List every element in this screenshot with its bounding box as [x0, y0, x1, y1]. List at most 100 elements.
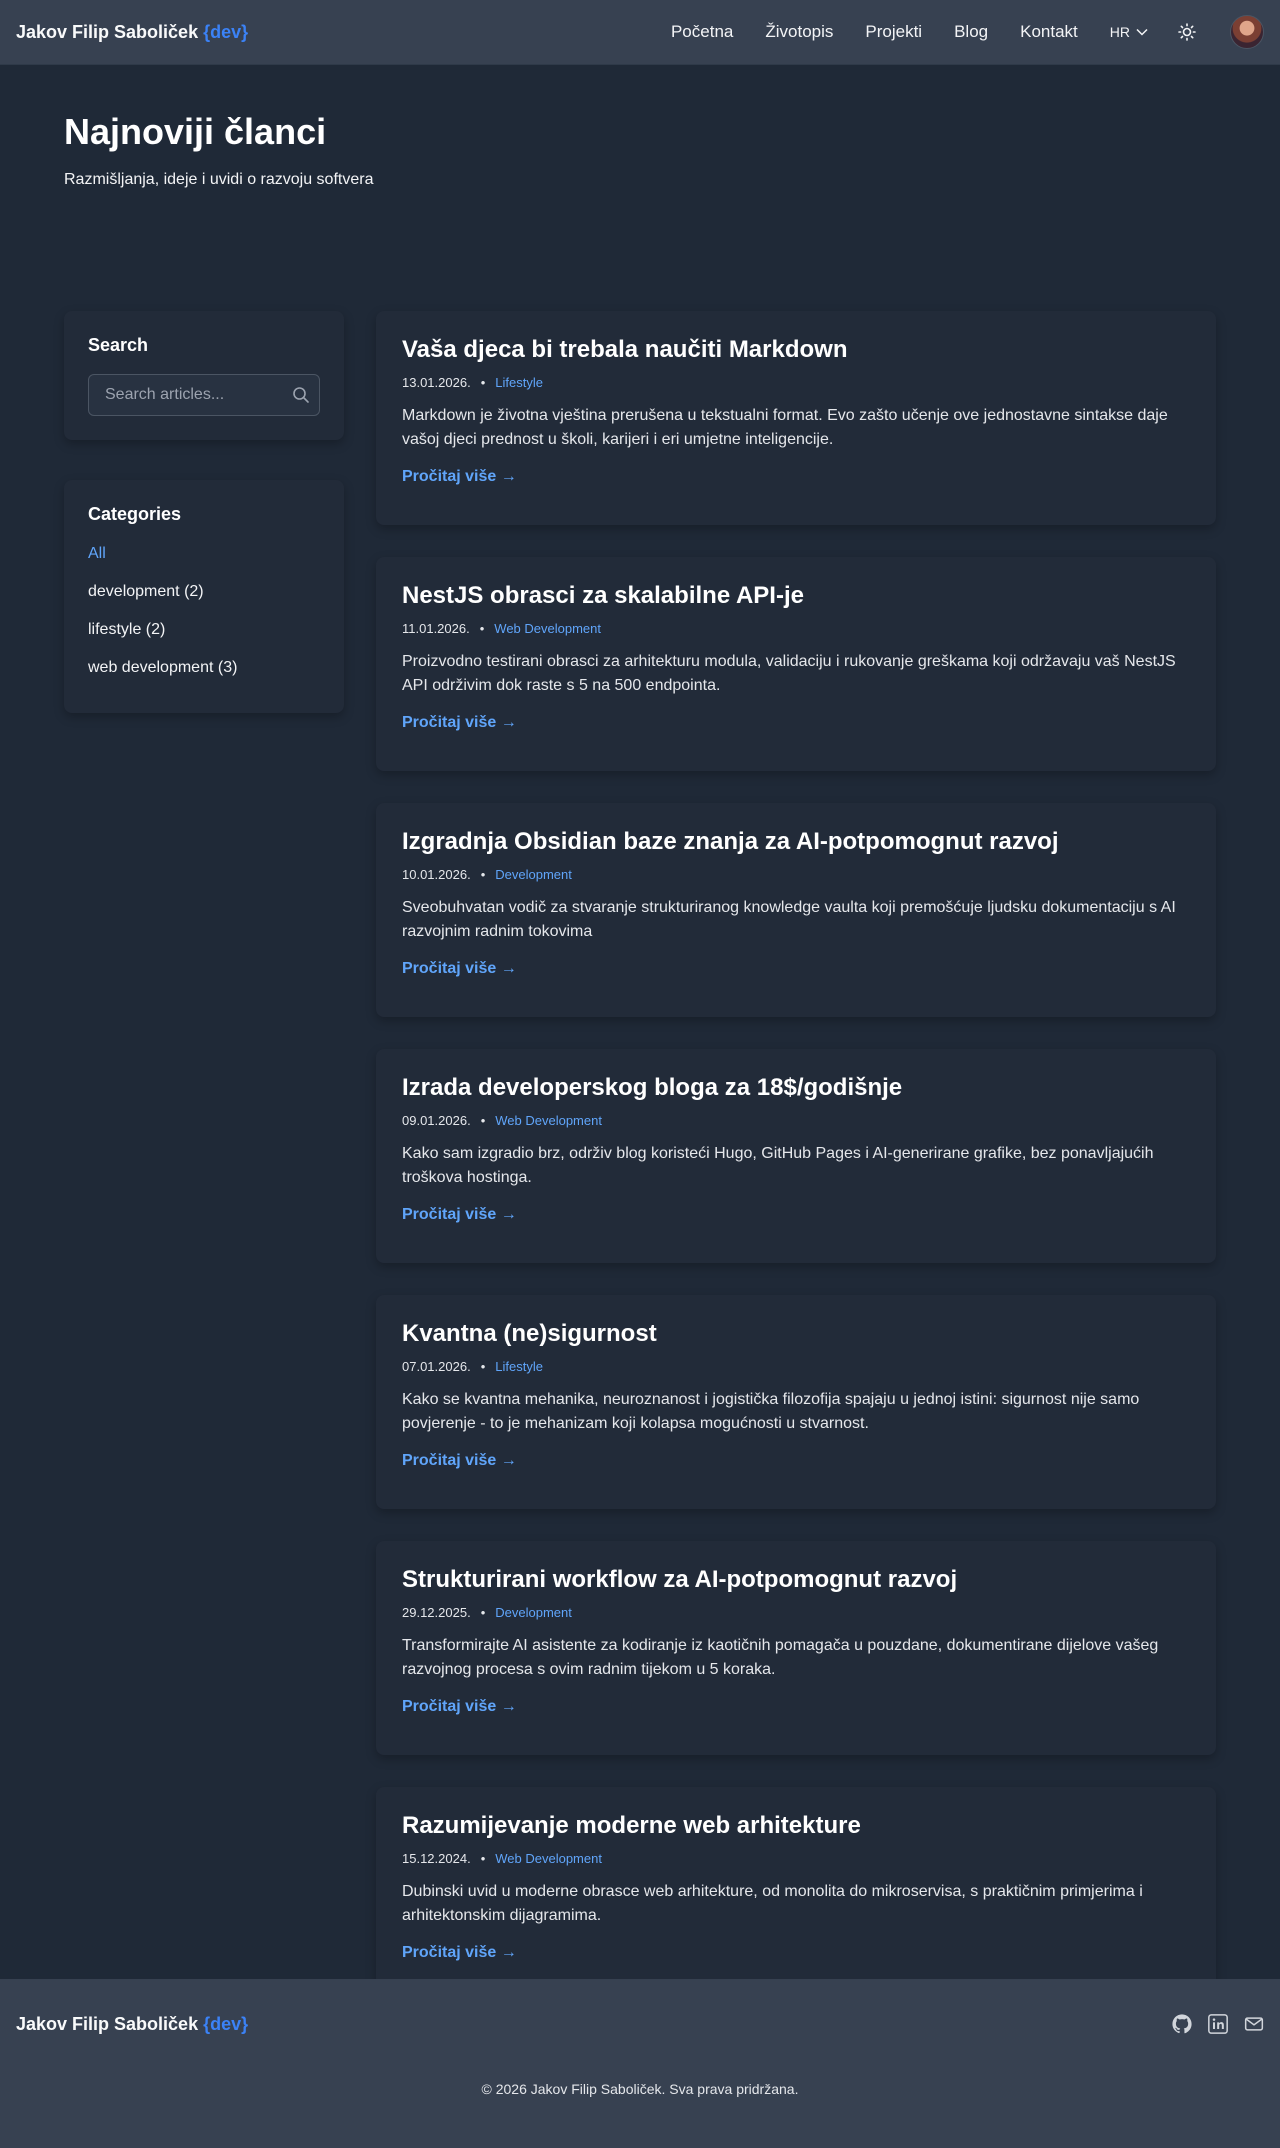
avatar[interactable] — [1230, 15, 1264, 49]
language-selector[interactable]: HR — [1110, 24, 1148, 40]
footer-brand[interactable]: Jakov Filip Saboliček {dev} — [16, 2014, 248, 2035]
read-more-link[interactable]: Pročitaj više → — [402, 1698, 517, 1716]
read-more-link[interactable]: Pročitaj više → — [402, 1944, 517, 1962]
article-meta: 15.12.2024. • Web Development — [402, 1851, 1190, 1866]
article-title[interactable]: Strukturirani workflow za AI-potpomognut… — [402, 1565, 1190, 1595]
main-nav: Početna Životopis Projekti Blog Kontakt … — [639, 15, 1264, 49]
article-category[interactable]: Web Development — [494, 621, 601, 636]
page-subtitle: Razmišljanja, ideje i uvidi o razvoju so… — [64, 171, 374, 188]
social-links — [1172, 2014, 1264, 2034]
article-date: 11.01.2026. — [402, 621, 470, 636]
article-list: Vaša djeca bi trebala naučiti Markdown 1… — [376, 311, 1216, 2001]
language-label: HR — [1109, 24, 1130, 40]
article-title[interactable]: Vaša djeca bi trebala naučiti Markdown — [402, 335, 1190, 365]
article-excerpt: Proizvodno testirani obrasci za arhitekt… — [402, 653, 1176, 694]
article-title[interactable]: Razumijevanje moderne web arhitekture — [402, 1811, 1190, 1841]
category-item-development[interactable]: development (2) — [88, 583, 320, 601]
page-title: Najnoviji članci — [64, 111, 327, 152]
nav-link-blog[interactable]: Blog — [954, 22, 988, 42]
meta-separator: • — [480, 375, 486, 390]
article-excerpt: Transformirajte AI asistente za kodiranj… — [402, 1637, 1159, 1678]
site-footer: Jakov Filip Saboliček {dev} © 2026 Jakov… — [0, 1979, 1280, 2148]
read-more-link[interactable]: Pročitaj više → — [402, 1206, 517, 1224]
article-meta: 13.01.2026. • Lifestyle — [402, 375, 1190, 390]
nav-link-pocetna[interactable]: Početna — [671, 22, 733, 42]
article-date: 13.01.2026. — [402, 375, 471, 390]
read-more-link[interactable]: Pročitaj više → — [402, 1452, 517, 1470]
chevron-down-icon — [1136, 28, 1148, 36]
article-category[interactable]: Lifestyle — [495, 375, 543, 390]
article-title[interactable]: NestJS obrasci za skalabilne API-je — [402, 581, 1190, 611]
nav-link-zivotopis[interactable]: Životopis — [765, 22, 833, 42]
article-meta: 29.12.2025. • Development — [402, 1605, 1190, 1620]
article-title[interactable]: Izrada developerskog bloga za 18$/godišn… — [402, 1073, 1190, 1103]
main-content: Search Categories All development (2) li… — [0, 311, 1280, 2001]
read-more-link[interactable]: Pročitaj više → — [402, 468, 517, 486]
search-box — [88, 374, 320, 416]
category-item-lifestyle[interactable]: lifestyle (2) — [88, 621, 320, 639]
brand-logo[interactable]: Jakov Filip Saboliček {dev} — [16, 22, 248, 43]
categories-title: Categories — [88, 504, 182, 524]
article-meta: 09.01.2026. • Web Development — [402, 1113, 1190, 1128]
mail-icon[interactable] — [1244, 2014, 1264, 2034]
article-card: NestJS obrasci za skalabilne API-je 11.0… — [376, 557, 1216, 771]
article-card: Vaša djeca bi trebala naučiti Markdown 1… — [376, 311, 1216, 525]
article-card: Izgradnja Obsidian baze znanja za AI-pot… — [376, 803, 1216, 1017]
article-date: 09.01.2026. — [402, 1113, 471, 1128]
article-meta: 07.01.2026. • Lifestyle — [402, 1359, 1190, 1374]
meta-separator: • — [480, 1113, 486, 1128]
search-panel: Search — [64, 311, 344, 440]
article-excerpt: Dubinski uvid u moderne obrasce web arhi… — [402, 1883, 1143, 1924]
article-card: Kvantna (ne)sigurnost 07.01.2026. • Life… — [376, 1295, 1216, 1509]
sidebar: Search Categories All development (2) li… — [64, 311, 344, 2001]
categories-panel: Categories All development (2) lifestyle… — [64, 480, 344, 713]
brand-name: Jakov Filip Saboliček — [16, 21, 199, 42]
article-excerpt: Sveobuhvatan vodič za stvaranje struktur… — [402, 899, 1176, 940]
category-item-web-development[interactable]: web development (3) — [88, 659, 320, 677]
site-header: Jakov Filip Saboliček {dev} Početna Živo… — [0, 0, 1280, 65]
copyright-text: © 2026 Jakov Filip Saboliček. Sva prava … — [481, 2081, 799, 2097]
brand-tag: {dev} — [203, 21, 249, 42]
search-title: Search — [88, 335, 149, 355]
nav-link-kontakt[interactable]: Kontakt — [1020, 22, 1078, 42]
category-list: All development (2) lifestyle (2) web de… — [88, 545, 320, 677]
article-card: Razumijevanje moderne web arhitekture 15… — [376, 1787, 1216, 2001]
hero-section: Najnoviji članci Razmišljanja, ideje i u… — [0, 65, 1280, 311]
meta-separator: • — [480, 867, 486, 882]
article-category[interactable]: Web Development — [495, 1851, 602, 1866]
article-date: 07.01.2026. — [402, 1359, 471, 1374]
article-category[interactable]: Development — [495, 1605, 572, 1620]
article-date: 29.12.2025. — [402, 1605, 471, 1620]
article-category[interactable]: Development — [495, 867, 572, 882]
linkedin-icon[interactable] — [1208, 2014, 1228, 2034]
footer-brand-tag: {dev} — [203, 2013, 249, 2034]
article-card: Strukturirani workflow za AI-potpomognut… — [376, 1541, 1216, 1755]
article-excerpt: Kako se kvantna mehanika, neuroznanost i… — [402, 1391, 1140, 1432]
search-icon[interactable] — [292, 386, 310, 404]
github-icon[interactable] — [1172, 2014, 1192, 2034]
theme-toggle-button[interactable] — [1178, 23, 1196, 41]
footer-top: Jakov Filip Saboliček {dev} — [0, 1979, 1280, 2069]
meta-separator: • — [480, 1851, 486, 1866]
article-meta: 11.01.2026. • Web Development — [402, 621, 1190, 636]
article-date: 15.12.2024. — [402, 1851, 471, 1866]
article-category[interactable]: Lifestyle — [495, 1359, 543, 1374]
read-more-link[interactable]: Pročitaj više → — [402, 960, 517, 978]
nav-link-projekti[interactable]: Projekti — [865, 22, 922, 42]
meta-separator: • — [479, 621, 485, 636]
article-title[interactable]: Izgradnja Obsidian baze znanja za AI-pot… — [402, 827, 1190, 857]
footer-brand-name: Jakov Filip Saboliček — [16, 2013, 199, 2034]
meta-separator: • — [480, 1605, 486, 1620]
category-item-all[interactable]: All — [88, 545, 320, 563]
meta-separator: • — [480, 1359, 486, 1374]
article-title[interactable]: Kvantna (ne)sigurnost — [402, 1319, 1190, 1349]
search-input[interactable] — [89, 375, 319, 415]
article-card: Izrada developerskog bloga za 18$/godišn… — [376, 1049, 1216, 1263]
read-more-link[interactable]: Pročitaj više → — [402, 714, 517, 732]
article-excerpt: Kako sam izgradio brz, održiv blog koris… — [402, 1145, 1154, 1186]
article-date: 10.01.2026. — [402, 867, 471, 882]
article-excerpt: Markdown je životna vještina prerušena u… — [402, 407, 1168, 448]
article-category[interactable]: Web Development — [495, 1113, 602, 1128]
article-meta: 10.01.2026. • Development — [402, 867, 1190, 882]
sun-icon — [1178, 23, 1196, 41]
